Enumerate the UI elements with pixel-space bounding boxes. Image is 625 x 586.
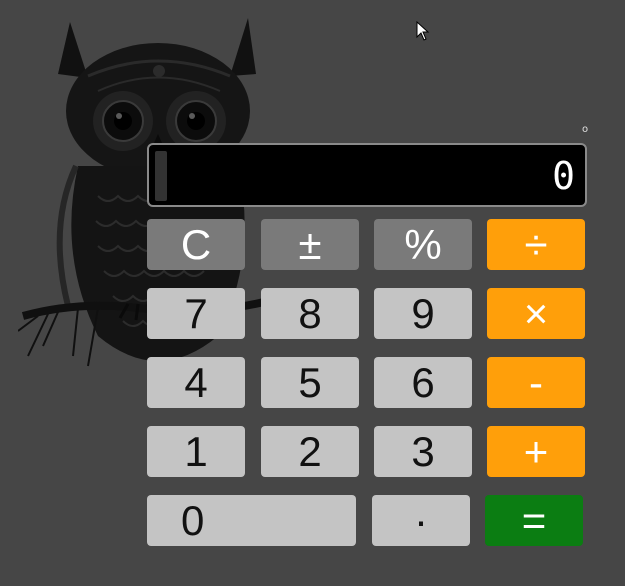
sign-toggle-button[interactable]: ± — [261, 219, 359, 270]
minus-button[interactable]: - — [487, 357, 585, 408]
digit-5-button[interactable]: 5 — [261, 357, 359, 408]
plus-button[interactable]: + — [487, 426, 585, 477]
calculator-window: o 0 C ± % ÷ 7 8 9 × 4 5 6 - 1 2 3 + 0 · … — [0, 0, 625, 586]
digit-7-button[interactable]: 7 — [147, 288, 245, 339]
digit-6-button[interactable]: 6 — [374, 357, 472, 408]
percent-button[interactable]: % — [374, 219, 472, 270]
corner-mark: o — [582, 124, 589, 135]
digit-2-button[interactable]: 2 — [261, 426, 359, 477]
display-scrollbar[interactable] — [155, 151, 167, 201]
digit-4-button[interactable]: 4 — [147, 357, 245, 408]
mouse-pointer-icon — [416, 21, 430, 41]
digit-3-button[interactable]: 3 — [374, 426, 472, 477]
digit-8-button[interactable]: 8 — [261, 288, 359, 339]
multiply-button[interactable]: × — [487, 288, 585, 339]
calculator-display: 0 — [147, 143, 587, 207]
display-value: 0 — [552, 154, 575, 198]
decimal-button[interactable]: · — [372, 495, 470, 546]
digit-1-button[interactable]: 1 — [147, 426, 245, 477]
divide-button[interactable]: ÷ — [487, 219, 585, 270]
digit-9-button[interactable]: 9 — [374, 288, 472, 339]
digit-0-button[interactable]: 0 — [147, 495, 356, 546]
equals-button[interactable]: = — [485, 495, 583, 546]
clear-button[interactable]: C — [147, 219, 245, 270]
